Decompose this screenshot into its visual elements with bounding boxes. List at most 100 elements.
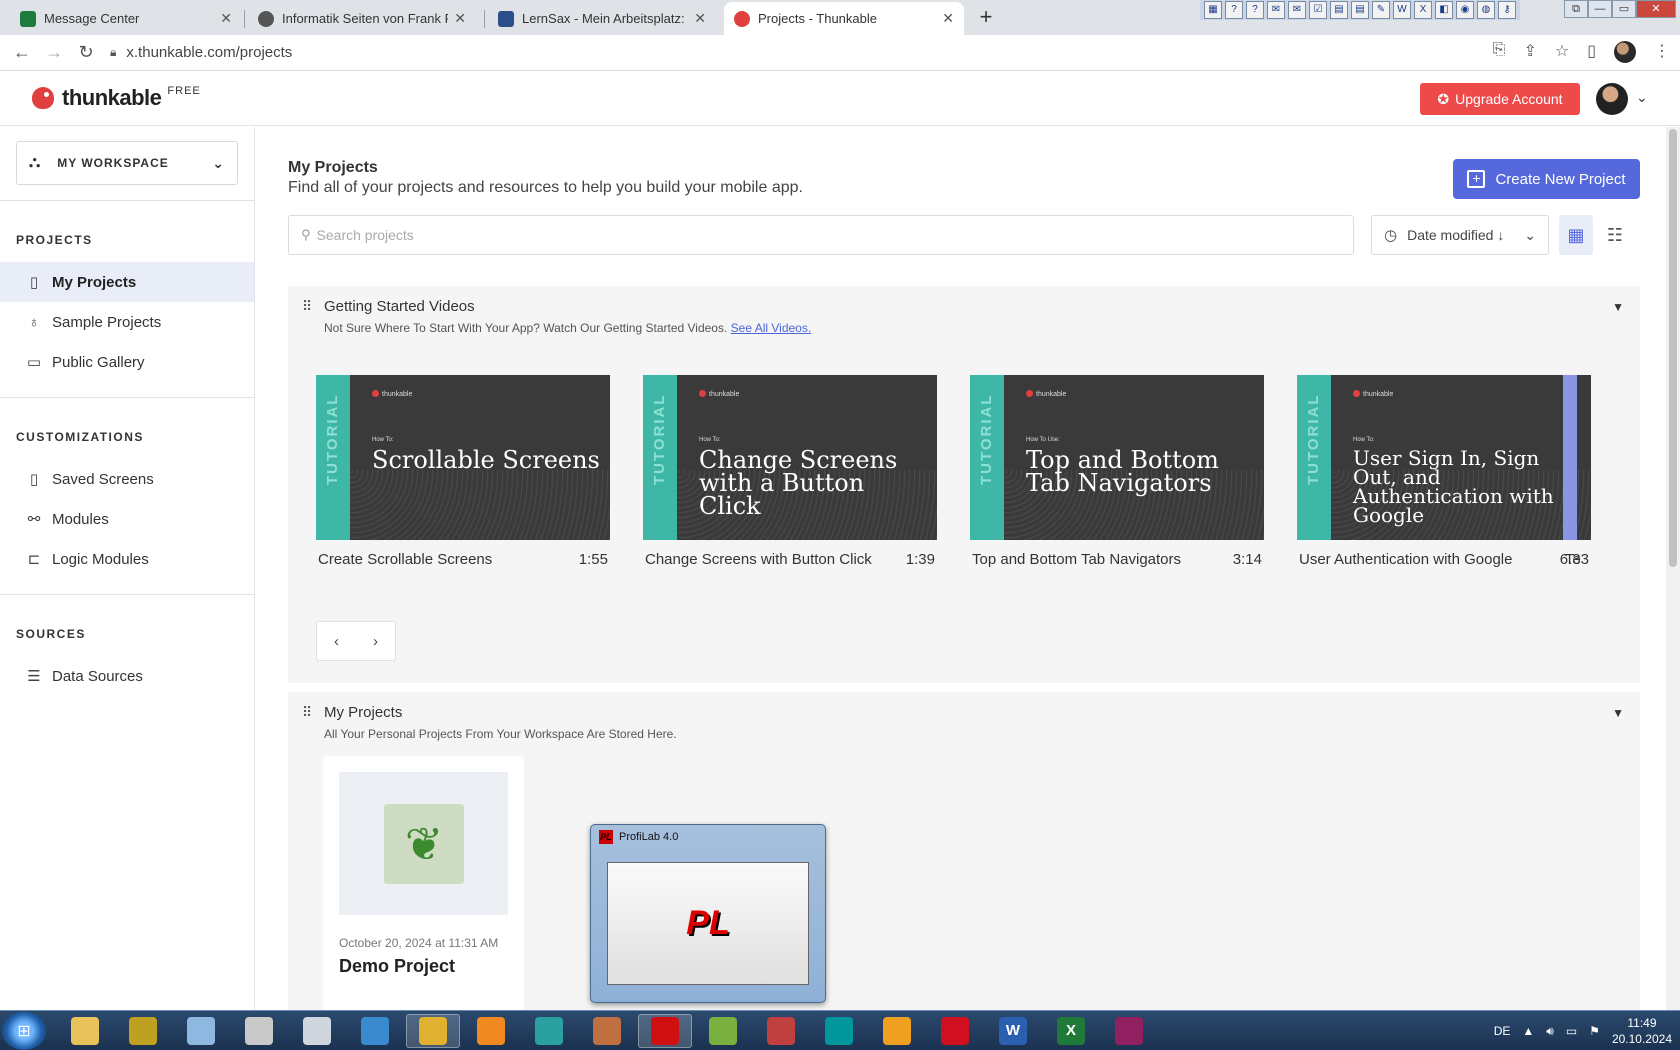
more-menu-icon[interactable]: ⋮ <box>1654 41 1670 63</box>
reload-icon[interactable]: ↻ <box>70 42 102 63</box>
sidebar-item-sample-projects[interactable]: ♁ Sample Projects <box>0 302 254 342</box>
taskbar-app[interactable] <box>116 1014 170 1048</box>
taskbar-app[interactable] <box>812 1014 866 1048</box>
volume-icon[interactable]: 🔊︎ <box>1546 1024 1554 1039</box>
word-icon[interactable]: W <box>1393 1 1411 19</box>
forward-arrow-icon[interactable]: → <box>38 42 70 63</box>
scrollbar-thumb[interactable] <box>1669 129 1677 567</box>
taskbar-app[interactable] <box>58 1014 112 1048</box>
taskbar-app[interactable] <box>638 1014 692 1048</box>
back-arrow-icon[interactable]: ← <box>6 42 38 63</box>
lock-icon[interactable]: 🔒︎ <box>110 45 116 60</box>
pencil-icon[interactable]: ✎ <box>1372 1 1390 19</box>
list-view-button[interactable]: ☷ <box>1598 215 1632 255</box>
clock[interactable]: 11:49 20.10.2024 <box>1612 1015 1672 1047</box>
tab-close-icon[interactable]: ✕ <box>220 10 232 27</box>
video-card[interactable]: TUTORIAL thunkable How To: User Sign In,… <box>1297 375 1591 568</box>
sort-dropdown[interactable]: ◷ Date modified ↓ ⌄ <box>1371 215 1549 255</box>
network-icon[interactable]: ▭ <box>1566 1024 1577 1038</box>
language-indicator[interactable]: DE <box>1494 1024 1511 1038</box>
checklist-icon[interactable]: ☑ <box>1309 1 1327 19</box>
profilab-window-preview[interactable]: PL ProfiLab 4.0 PL <box>590 824 826 1003</box>
tab-close-icon[interactable]: ✕ <box>454 10 466 27</box>
translate-icon[interactable]: ⎘ <box>1493 41 1506 63</box>
flag-icon[interactable]: ⚑ <box>1589 1024 1600 1038</box>
window-maximize-icon[interactable]: ▭ <box>1612 0 1636 18</box>
project-thumbnail[interactable]: ❦ <box>339 772 508 915</box>
collapse-caret-icon[interactable]: ▼ <box>1612 300 1624 314</box>
taskbar-app[interactable]: W <box>986 1014 1040 1048</box>
collapse-caret-icon[interactable]: ▼ <box>1612 706 1624 720</box>
video-thumbnail[interactable]: TUTORIAL thunkable How To: Scrollable Sc… <box>316 375 610 540</box>
mail-icon[interactable]: ✉ <box>1267 1 1285 19</box>
preview-thumbnail[interactable]: PL <box>607 862 809 985</box>
browser-tab-active[interactable]: Projects - Thunkable ✕ <box>724 2 964 35</box>
see-all-videos-link[interactable]: See All Videos. <box>731 321 812 335</box>
start-button-icon[interactable]: ⊞ <box>2 1012 46 1050</box>
app-icon[interactable]: ◧ <box>1435 1 1453 19</box>
browser-tab[interactable]: Informatik Seiten von Frank Rost ✕ <box>248 2 476 35</box>
taskbar-app[interactable] <box>696 1014 750 1048</box>
window-minimize-icon[interactable]: — <box>1588 0 1612 18</box>
quicklaunch-icon[interactable]: ▦ <box>1204 1 1222 19</box>
upgrade-account-button[interactable]: ✪ Upgrade Account <box>1420 83 1580 115</box>
page-scrollbar[interactable] <box>1666 127 1680 1010</box>
new-tab-button[interactable]: + <box>972 4 1000 32</box>
window-restore-icon[interactable]: ⧉ <box>1564 0 1588 18</box>
sidebar-item-my-projects[interactable]: ▯ My Projects <box>0 262 254 302</box>
project-name[interactable]: Demo Project <box>339 956 455 977</box>
chevron-down-icon[interactable]: ⌄ <box>1636 89 1648 106</box>
drag-handle-icon[interactable]: ⠿ <box>302 704 312 721</box>
sidebar-item-data-sources[interactable]: ☰ Data Sources <box>0 656 254 696</box>
help-icon[interactable]: ? <box>1246 1 1264 19</box>
help-icon[interactable]: ? <box>1225 1 1243 19</box>
browser-tab[interactable]: LernSax - Mein Arbeitsplatz: Noti ✕ <box>488 2 716 35</box>
chevron-right-icon[interactable]: › <box>373 633 378 650</box>
taskbar-app[interactable] <box>928 1014 982 1048</box>
taskbar-app[interactable] <box>406 1014 460 1048</box>
browser-tab[interactable]: Message Center ✕ <box>10 2 242 35</box>
tray-expand-icon[interactable]: ▲ <box>1522 1024 1534 1038</box>
bookmark-star-icon[interactable]: ☆ <box>1555 41 1569 63</box>
sidebar-item-saved-screens[interactable]: ▯ Saved Screens <box>0 459 254 499</box>
taskbar-app[interactable] <box>754 1014 808 1048</box>
app-icon[interactable]: ◍ <box>1477 1 1495 19</box>
tab-close-icon[interactable]: ✕ <box>694 10 706 27</box>
project-card[interactable]: ❦ October 20, 2024 at 11:31 AM Demo Proj… <box>323 756 524 1016</box>
grid-view-button[interactable]: ▦ <box>1559 215 1593 255</box>
document-icon[interactable]: ▤ <box>1351 1 1369 19</box>
taskbar-app[interactable] <box>870 1014 924 1048</box>
sidebar-item-modules[interactable]: ⚯ Modules <box>0 499 254 539</box>
workspace-selector[interactable]: ⛬ MY WORKSPACE ⌄ <box>16 141 238 185</box>
sidebar-item-logic-modules[interactable]: ⊏ Logic Modules <box>0 539 254 579</box>
taskbar-app[interactable] <box>1102 1014 1156 1048</box>
thunkable-logo[interactable]: thunkable FREE <box>32 85 201 111</box>
excel-icon[interactable]: X <box>1414 1 1432 19</box>
taskbar-app[interactable] <box>232 1014 286 1048</box>
taskbar-app[interactable] <box>290 1014 344 1048</box>
video-thumbnail[interactable]: TUTORIAL thunkable How To: User Sign In,… <box>1297 375 1591 540</box>
key-icon[interactable]: ⚷ <box>1498 1 1516 19</box>
chevron-left-icon[interactable]: ‹ <box>334 633 339 650</box>
taskbar-app[interactable] <box>580 1014 634 1048</box>
taskbar-app[interactable]: X <box>1044 1014 1098 1048</box>
share-icon[interactable]: ⇪ <box>1523 41 1536 63</box>
create-new-project-button[interactable]: + Create New Project <box>1453 159 1640 199</box>
video-card[interactable]: TUTORIAL thunkable How To Use: Top and B… <box>970 375 1264 568</box>
profile-avatar-icon[interactable] <box>1614 41 1636 63</box>
taskbar-app[interactable] <box>348 1014 402 1048</box>
video-card[interactable]: TUTORIAL thunkable How To: Scrollable Sc… <box>316 375 610 568</box>
search-input[interactable]: ⚲ Search projects <box>288 215 1354 255</box>
video-thumbnail[interactable]: TUTORIAL thunkable How To Use: Top and B… <box>970 375 1264 540</box>
taskbar-app[interactable] <box>464 1014 518 1048</box>
tab-close-icon[interactable]: ✕ <box>942 10 954 27</box>
taskbar-app[interactable] <box>522 1014 576 1048</box>
document-icon[interactable]: ▤ <box>1330 1 1348 19</box>
url-field[interactable]: 🔒︎ x.thunkable.com/projects <box>110 38 1450 67</box>
user-avatar[interactable] <box>1596 83 1628 115</box>
video-thumbnail[interactable]: TUTORIAL thunkable How To: Change Screen… <box>643 375 937 540</box>
video-card[interactable]: TUTORIAL thunkable How To: Change Screen… <box>643 375 937 568</box>
mail-icon[interactable]: ✉ <box>1288 1 1306 19</box>
side-panel-icon[interactable]: ▯ <box>1587 41 1596 63</box>
drag-handle-icon[interactable]: ⠿ <box>302 298 312 315</box>
